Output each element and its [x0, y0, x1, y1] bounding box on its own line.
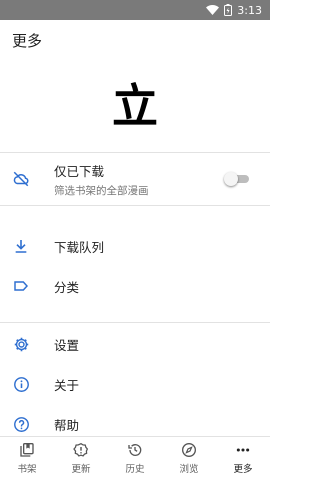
status-bar: 3:13: [0, 0, 270, 20]
nav-item-browse[interactable]: 浏览: [162, 437, 216, 480]
help-icon: [12, 415, 30, 433]
menu-item-label: 下载队列: [54, 239, 105, 255]
download-icon: [12, 237, 30, 255]
divider: [0, 205, 270, 206]
menu-item-settings[interactable]: 设置: [0, 324, 270, 364]
nav-label: 更新: [71, 464, 91, 475]
updates-alert-icon: [72, 442, 90, 458]
downloaded-only-toggle[interactable]: [224, 172, 250, 186]
nav-label: 更多: [233, 464, 253, 475]
history-icon: [126, 442, 144, 458]
battery-icon: [224, 4, 233, 16]
nav-label: 浏览: [179, 464, 199, 475]
app-logo-glyph: 立: [112, 79, 158, 133]
menu-item-categories[interactable]: 分类: [0, 266, 270, 306]
menu-item-label: 帮助: [54, 417, 80, 433]
wifi-icon: [206, 5, 220, 15]
nav-item-updates[interactable]: 更新: [54, 437, 108, 480]
gear-icon: [12, 335, 30, 353]
downloaded-only-label: 仅已下载: [54, 163, 105, 179]
menu-item-label: 分类: [54, 279, 80, 295]
library-icon: [18, 442, 36, 458]
downloaded-only-setting[interactable]: 仅已下载 筛选书架的全部漫画: [0, 153, 270, 205]
divider: [0, 322, 270, 323]
cloud-off-icon: [12, 170, 30, 188]
info-icon: [12, 375, 30, 393]
toggle-thumb: [224, 172, 238, 186]
nav-item-library[interactable]: 书架: [0, 437, 54, 480]
label-icon: [12, 277, 30, 295]
nav-label: 历史: [125, 464, 145, 475]
nav-label: 书架: [17, 464, 37, 475]
compass-icon: [180, 442, 198, 458]
page-title: 更多: [12, 31, 43, 50]
nav-item-more[interactable]: 更多: [216, 437, 270, 480]
app-logo: 立: [0, 60, 270, 152]
menu-item-about[interactable]: 关于: [0, 364, 270, 404]
bottom-navigation: 书架 更新 历史 浏览 更多: [0, 436, 270, 480]
nav-item-history[interactable]: 历史: [108, 437, 162, 480]
status-time: 3:13: [237, 3, 262, 17]
app-bar: 更多: [0, 20, 270, 60]
menu-item-label: 关于: [54, 377, 80, 393]
menu-item-download-queue[interactable]: 下载队列: [0, 226, 270, 266]
downloaded-only-text: 仅已下载 筛选书架的全部漫画: [54, 161, 149, 198]
downloaded-only-description: 筛选书架的全部漫画: [54, 184, 149, 197]
more-horizontal-icon: [234, 442, 252, 458]
menu-item-label: 设置: [54, 337, 80, 353]
